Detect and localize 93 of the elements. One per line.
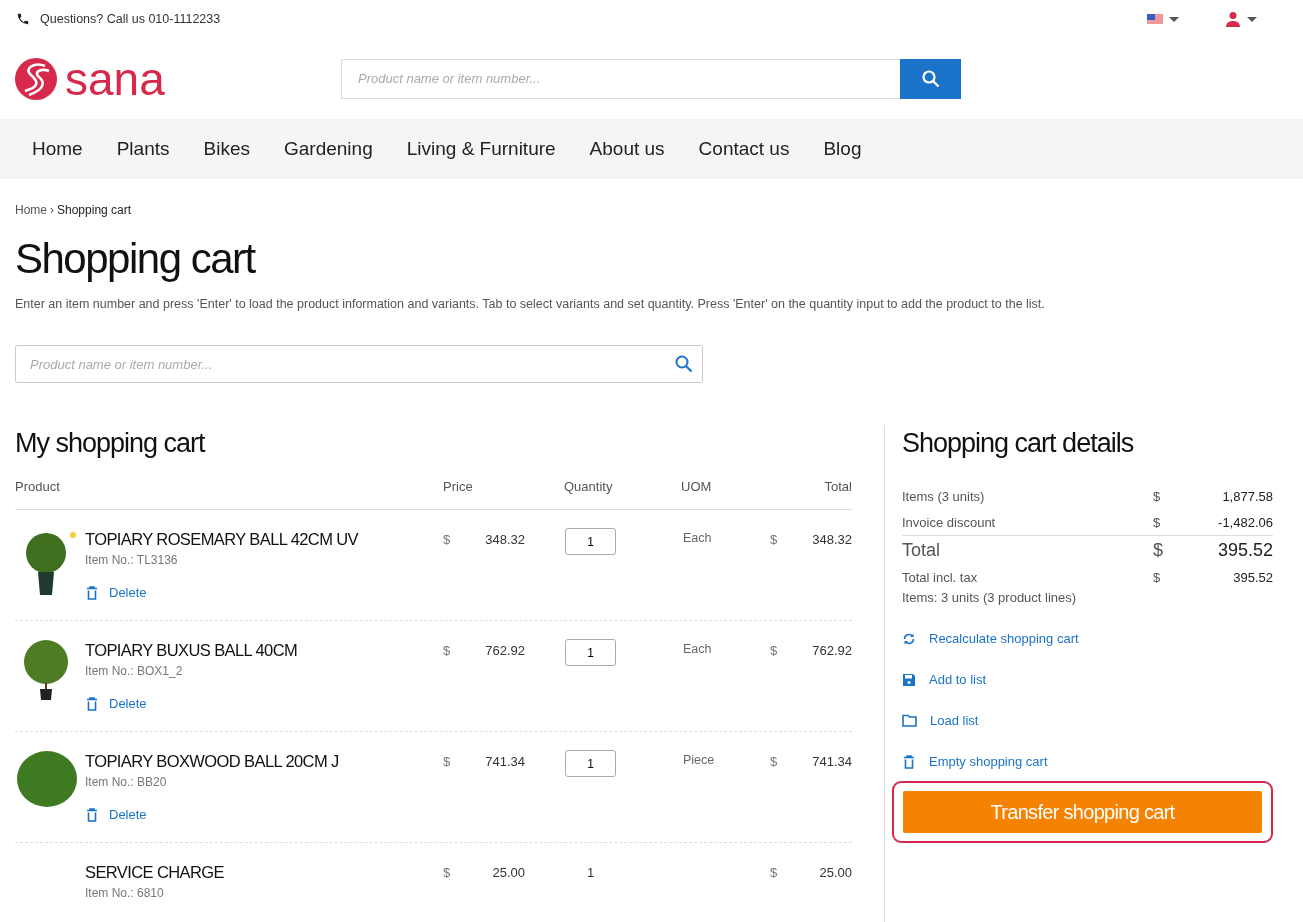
caret-icon[interactable] (1247, 16, 1257, 22)
column-header: Price (443, 479, 474, 494)
nav-link[interactable]: Plants (99, 138, 187, 160)
items-summary-text: Items: 3 units (3 product lines) (902, 590, 1078, 605)
quick-order-search-field[interactable]: Product name or item number... (15, 345, 703, 383)
search-icon (921, 69, 940, 88)
page-title: Shopping cart (15, 234, 257, 284)
delete-link[interactable]: Delete (85, 585, 147, 600)
caret-icon[interactable] (1169, 16, 1179, 22)
contact-phone-text: Questions? Call us 010-1112233 (40, 12, 221, 26)
nav-link[interactable]: Home (15, 138, 100, 160)
delete-link[interactable]: Delete (85, 807, 147, 822)
currency-symbol: $ (1153, 514, 1162, 530)
action-link[interactable]: Load list (902, 713, 979, 728)
shrub-ball-drawing (16, 750, 78, 808)
potted-plant-drawing (23, 639, 69, 701)
action-link[interactable]: Empty shopping cart (902, 754, 1048, 769)
quantity-field[interactable]: 1 (565, 639, 616, 666)
price-value: 348.32 (485, 532, 525, 549)
trash-icon (85, 696, 99, 711)
currency-symbol: $ (1153, 569, 1162, 585)
uom-value: Each (683, 531, 712, 545)
column-header: Quantity (563, 479, 614, 494)
currency-symbol: $ (443, 865, 451, 882)
item-number: Item No.: BB20 (85, 775, 168, 789)
uom-value: Piece (683, 753, 715, 767)
breadcrumb-link[interactable]: Home (15, 203, 47, 217)
price-value: 25.00 (492, 865, 525, 882)
currency-symbol: $ (770, 865, 778, 882)
action-link[interactable]: Recalculate shopping cart (902, 631, 1079, 646)
product-name[interactable]: TOPIARY ROSEMARY BALL 42CM UV (85, 530, 443, 549)
nav-link[interactable]: Contact us (681, 138, 807, 160)
price-value: 741.34 (485, 754, 525, 771)
summary-label: Total (902, 539, 942, 561)
currency-symbol: $ (443, 643, 451, 660)
search-icon[interactable] (675, 355, 693, 373)
product-name[interactable]: TOPIARY BUXUS BALL 40CM (85, 641, 443, 660)
nav-link[interactable]: Blog (806, 138, 879, 160)
item-number: Item No.: BOX1_2 (85, 664, 184, 678)
currency-symbol: $ (1153, 539, 1164, 561)
nav-link[interactable]: Gardening (266, 138, 390, 160)
nav-link[interactable]: Living & Furniture (389, 138, 573, 160)
quantity-field[interactable]: 1 (565, 528, 616, 555)
action-link[interactable]: Add to list (902, 672, 987, 687)
logo-text[interactable]: sana (65, 55, 165, 102)
product-name[interactable]: SERVICE CHARGE (85, 863, 443, 882)
total-value: 741.34 (812, 754, 852, 771)
total-value: 348.32 (812, 532, 852, 549)
summary-label: Items (3 units) (902, 488, 986, 504)
user-icon[interactable] (1225, 11, 1241, 27)
summary-label: Invoice discount (902, 514, 997, 530)
price-value: 762.92 (485, 643, 525, 660)
nav-link[interactable]: About us (572, 138, 682, 160)
trash-icon (85, 585, 99, 600)
quantity-value: 1 (585, 864, 596, 880)
currency-symbol: $ (770, 754, 778, 771)
folder-icon (902, 714, 917, 727)
column-header: UOM (680, 479, 713, 494)
cart-title: My shopping cart (15, 427, 207, 460)
summary-value: 1,877.58 (1221, 488, 1273, 504)
us-flag-icon[interactable] (1147, 13, 1163, 25)
breadcrumb-current: Shopping cart (57, 203, 132, 217)
column-header: Product (15, 479, 61, 494)
currency-symbol: $ (1153, 488, 1162, 504)
refresh-icon (902, 631, 916, 646)
trash-icon (85, 807, 99, 822)
column-header: Total (823, 479, 852, 494)
summary-value: -1,482.06 (1217, 514, 1273, 530)
currency-symbol: $ (770, 532, 778, 549)
currency-symbol: $ (443, 754, 451, 771)
item-number: Item No.: TL3136 (85, 553, 179, 567)
summary-label: Total incl. tax (902, 569, 979, 585)
logo-mark-icon[interactable] (15, 57, 57, 100)
delete-link[interactable]: Delete (85, 696, 147, 711)
total-value: 762.92 (812, 643, 852, 660)
breadcrumb-separator: › (50, 203, 54, 217)
summary-value: 395.52 (1216, 539, 1273, 561)
product-name[interactable]: TOPIARY BOXWOOD BALL 20CM J (85, 752, 443, 771)
uom-value: Each (683, 642, 712, 656)
phone-icon (16, 12, 30, 26)
search-field[interactable]: Product name or item number... (341, 58, 900, 99)
details-title: Shopping cart details (902, 427, 1135, 460)
item-number: Item No.: 6810 (85, 886, 165, 900)
nav-link[interactable]: Bikes (186, 138, 267, 160)
currency-symbol: $ (770, 643, 778, 660)
currency-symbol: $ (443, 532, 451, 549)
summary-value: 395.52 (1232, 569, 1273, 585)
trash-icon (902, 754, 916, 769)
search-button[interactable] (900, 58, 961, 99)
quantity-field[interactable]: 1 (565, 750, 616, 777)
total-value: 25.00 (819, 865, 852, 882)
instructions-text: Enter an item number and press 'Enter' to load the product information and variants. Tab to select variants and set quantity. Press 'Enter' on the quantity input to add the product to the list. (15, 297, 1046, 311)
potted-plant-drawing (23, 532, 69, 596)
